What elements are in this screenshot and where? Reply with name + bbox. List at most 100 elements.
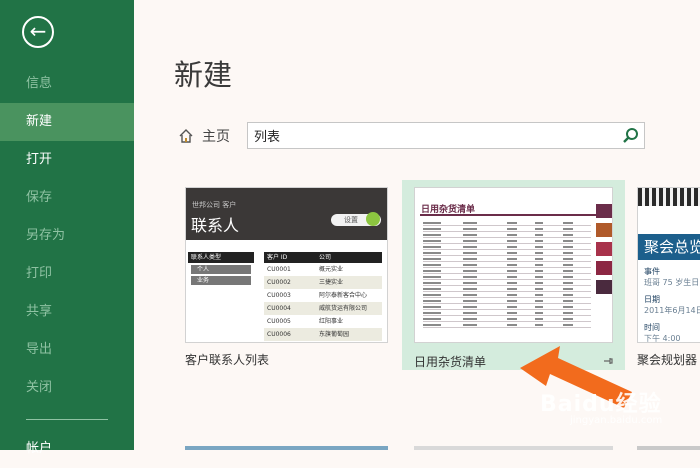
thumb-text-mark: [563, 318, 573, 320]
thumb-text-mark: [563, 222, 573, 224]
thumb-cell: 三捷实业: [319, 279, 344, 286]
nav-share[interactable]: 共享: [0, 293, 134, 331]
nav-print[interactable]: 打印: [0, 255, 134, 293]
thumb-text-mark: [463, 234, 477, 236]
thumb-text-mark: [423, 294, 441, 296]
template-label[interactable]: 客户联系人列表: [185, 351, 269, 368]
template-label[interactable]: 聚会规划器: [637, 351, 697, 368]
nav-info[interactable]: 信息: [0, 65, 134, 103]
thumb-text-mark: [563, 234, 573, 236]
thumb-text-mark: [535, 276, 543, 278]
thumb-text-mark: [563, 246, 573, 248]
thumb-text-mark: [423, 252, 441, 254]
thumb-text-mark: [563, 228, 573, 230]
thumb-cell: 威航货运有限公司: [319, 305, 368, 312]
nav-new[interactable]: 新建: [0, 103, 134, 141]
search-box: [247, 122, 645, 149]
thumb-table-header: 客户 ID 公司: [264, 252, 382, 263]
thumb-cell: CU0006: [267, 331, 291, 338]
home-icon: [179, 129, 193, 143]
thumb-text-mark: [507, 270, 517, 272]
thumb-text-mark: [463, 324, 477, 326]
thumb-text-mark: [535, 294, 543, 296]
template-customer-contacts[interactable]: 世邦公司 客户 联系人 设置 联系人类型 个人 业务 客户 ID 公司 CU00…: [185, 187, 388, 343]
thumb-text-mark: [507, 312, 517, 314]
thumb-text-mark: [535, 270, 543, 272]
thumb-filter-item: 业务: [191, 276, 251, 285]
thumb-text-mark: [563, 324, 573, 326]
thumb-text-mark: [463, 252, 477, 254]
thumb-field-value: 下午 4:00: [644, 334, 681, 343]
nav-save-as[interactable]: 另存为: [0, 217, 134, 255]
thumb-text-mark: [423, 234, 441, 236]
thumb-text-mark: [563, 240, 573, 242]
thumb-text-mark: [423, 318, 441, 320]
thumb-divider: [420, 214, 608, 216]
thumb-text-mark: [463, 306, 477, 308]
thumb-field-label: 时间: [644, 323, 660, 332]
thumb-text-mark: [423, 282, 441, 284]
thumb-text-mark: [507, 222, 517, 224]
next-row-thumbnail: [414, 446, 613, 450]
thumb-text-mark: [535, 318, 543, 320]
thumb-line: [423, 261, 591, 262]
nav-save[interactable]: 保存: [0, 179, 134, 217]
table-row: CU0004 威航货运有限公司: [264, 302, 382, 315]
back-arrow-icon[interactable]: ←: [22, 16, 54, 48]
nav-close[interactable]: 关闭: [0, 369, 134, 407]
thumb-field-value: 2011年6月14日: [644, 306, 700, 315]
home-link[interactable]: 主页: [178, 126, 230, 146]
thumb-line: [423, 309, 591, 310]
thumb-text-mark: [463, 264, 477, 266]
thumb-text-mark: [535, 282, 543, 284]
search-icon[interactable]: [622, 127, 640, 145]
thumb-line: [423, 321, 591, 322]
thumb-filter-item: 个人: [191, 265, 251, 274]
nav-divider: [26, 419, 108, 420]
thumb-text-mark: [463, 246, 477, 248]
template-party-planner[interactable]: 聚会总览 事件 班哥 75 岁生日 日期 2011年6月14日 时间 下午 4:…: [637, 187, 700, 343]
thumb-side-tabs: [596, 204, 612, 314]
home-label: 主页: [202, 129, 230, 145]
thumb-title: 聚会总览: [644, 238, 700, 256]
thumb-arrow-icon: [366, 212, 380, 226]
thumb-text-mark: [507, 246, 517, 248]
thumb-line: [423, 327, 591, 328]
thumb-text-mark: [507, 276, 517, 278]
template-label[interactable]: 日用杂货清单: [414, 353, 486, 370]
thumb-text-mark: [563, 258, 573, 260]
table-row: CU0001 概元实业: [264, 263, 382, 276]
thumb-text-mark: [423, 300, 441, 302]
thumb-text-mark: [535, 240, 543, 242]
thumb-text-mark: [463, 240, 477, 242]
nav-open[interactable]: 打开: [0, 141, 134, 179]
thumb-text-mark: [423, 222, 441, 224]
thumb-text-mark: [423, 288, 441, 290]
thumb-text-mark: [463, 270, 477, 272]
thumb-text-mark: [535, 222, 543, 224]
thumb-cell: 红阳事业: [319, 318, 344, 325]
template-grocery-list[interactable]: 日用杂货清单: [414, 187, 613, 343]
thumb-cell: 东旗葡萄园: [319, 331, 350, 338]
thumb-text-mark: [535, 252, 543, 254]
thumb-text-mark: [535, 234, 543, 236]
thumb-text-mark: [535, 288, 543, 290]
thumb-text-mark: [463, 222, 477, 224]
nav-export[interactable]: 导出: [0, 331, 134, 369]
thumb-text-mark: [423, 270, 441, 272]
search-input[interactable]: [254, 125, 614, 146]
thumb-text-mark: [563, 264, 573, 266]
thumb-settings-label: 设置: [344, 216, 358, 224]
thumb-text-mark: [535, 258, 543, 260]
thumb-text-mark: [507, 240, 517, 242]
thumb-text-mark: [507, 300, 517, 302]
thumb-filter-header: 联系人类型: [188, 252, 254, 263]
thumb-line: [423, 267, 591, 268]
thumb-text-mark: [535, 228, 543, 230]
thumb-text-mark: [535, 324, 543, 326]
thumb-col-header: 客户 ID: [267, 254, 288, 261]
thumb-text-mark: [563, 282, 573, 284]
thumb-text-mark: [463, 300, 477, 302]
thumb-text-mark: [507, 306, 517, 308]
nav-account[interactable]: 帐户: [0, 430, 134, 468]
